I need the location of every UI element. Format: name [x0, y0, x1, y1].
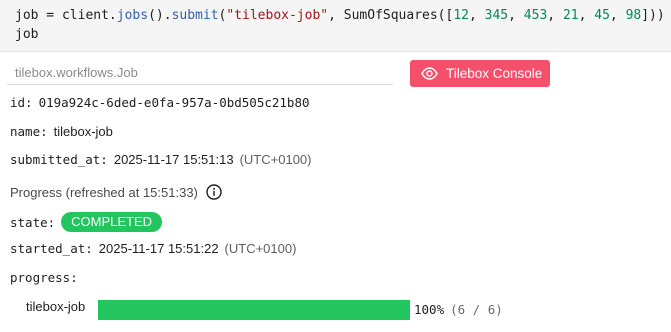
task-progress-label-row: tilebox-job	[26, 299, 85, 314]
progress-count: (6 / 6)	[450, 302, 503, 317]
progress-percent: 100%	[414, 302, 445, 317]
code-line-2: job	[15, 27, 39, 42]
progress-title: Progress (refreshed at 15:51:33)	[10, 184, 198, 200]
job-type-label: tilebox.workflows.Job	[15, 65, 138, 80]
started-value: 2025-11-17 15:51:22	[98, 241, 219, 256]
tilebox-console-button[interactable]: Tilebox Console	[410, 60, 550, 87]
code-eq: =	[38, 8, 62, 23]
started-key: started_at:	[10, 241, 93, 256]
job-id-value: 019a924c-6ded-e0fa-957a-0bd505c21b80	[38, 95, 310, 110]
submitted-key: submitted_at:	[10, 152, 108, 167]
started-at-row: started_at: 2025-11-17 15:51:22 (UTC+010…	[10, 241, 296, 256]
code-number: 453	[523, 8, 548, 23]
info-icon[interactable]	[206, 184, 222, 200]
code-number: 12	[453, 8, 469, 23]
code-number: 45	[594, 8, 610, 23]
code-punct: ,	[609, 8, 626, 23]
job-header: tilebox.workflows.Job	[7, 61, 393, 85]
console-button-label: Tilebox Console	[446, 66, 543, 81]
code-fn-submit: submit	[171, 8, 219, 23]
code-punct: ]))	[641, 8, 665, 23]
code-cell[interactable]: job = client.jobs().submit("tilebox-job"…	[0, 0, 671, 52]
name-key: name:	[10, 124, 48, 139]
progress-key: progress:	[10, 270, 78, 285]
job-name-value: tilebox-job	[53, 124, 113, 139]
job-name-row: name: tilebox-job	[10, 124, 113, 139]
code-number: 345	[484, 8, 509, 23]
code-punct: ,	[508, 8, 524, 23]
progress-bar-fill	[98, 300, 410, 320]
task-label: tilebox-job	[26, 299, 86, 314]
started-timezone: (UTC+0100)	[224, 241, 297, 256]
job-id-row: id: 019a924c-6ded-e0fa-957a-0bd505c21b80	[10, 95, 310, 110]
code-string: "tilebox-job"	[226, 8, 329, 23]
code-var: job	[15, 8, 39, 23]
code-punct: ().	[148, 8, 172, 23]
state-key: state:	[10, 214, 56, 230]
code-punct: ,	[578, 8, 595, 23]
progress-bar	[98, 300, 410, 320]
code-punct: , SumOfSquares([	[328, 8, 454, 23]
code-punct: ,	[469, 8, 485, 23]
progress-row: progress:	[10, 270, 78, 285]
code-number: 98	[625, 8, 642, 23]
code-obj: client.	[61, 8, 117, 23]
code-number: 21	[562, 8, 579, 23]
submitted-timezone: (UTC+0100)	[239, 152, 312, 167]
progress-header: Progress (refreshed at 15:51:33)	[10, 184, 222, 200]
status-badge: COMPLETED	[61, 212, 163, 232]
submitted-at-row: submitted_at: 2025-11-17 15:51:13 (UTC+0…	[10, 152, 311, 167]
submitted-value: 2025-11-17 15:51:13	[113, 152, 234, 167]
eye-icon	[421, 67, 438, 80]
state-row: state: COMPLETED	[10, 212, 163, 232]
id-key: id:	[10, 95, 33, 110]
progress-readout: 100% (6 / 6)	[414, 302, 503, 317]
code-fn-jobs: jobs	[116, 8, 149, 23]
code-punct: ,	[547, 8, 563, 23]
